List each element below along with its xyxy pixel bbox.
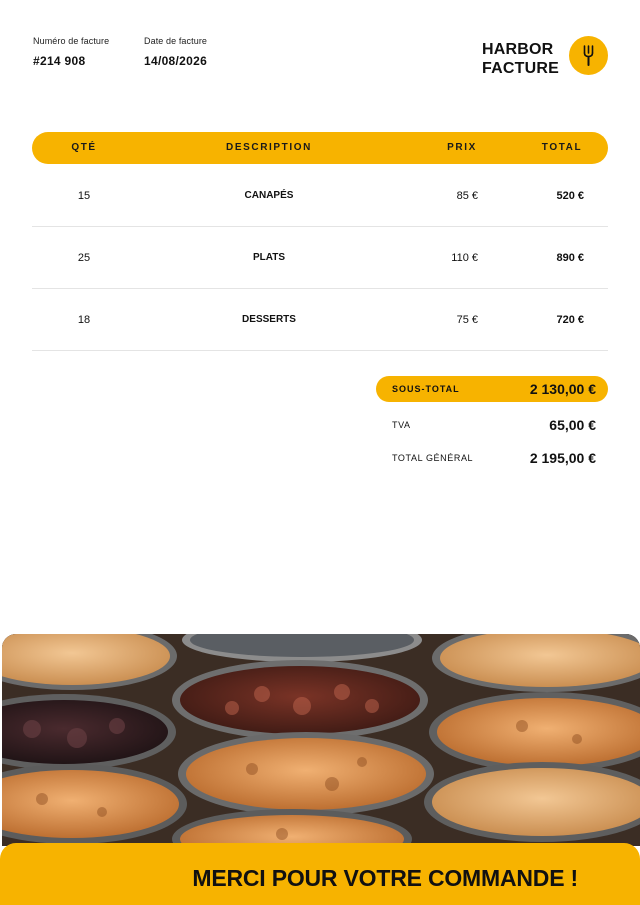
- brand-line-2: FACTURE: [482, 60, 559, 77]
- invoice-date-label: Date de facture: [144, 36, 208, 46]
- column-header-description: DESCRIPTION: [226, 142, 312, 153]
- grand-total-label: TOTAL GÉNÉRAL: [392, 453, 474, 463]
- food-bowls-photo: [2, 634, 640, 846]
- row-description: PLATS: [252, 252, 286, 263]
- row-qty: 25: [77, 252, 91, 264]
- row-description: DESSERTS: [242, 314, 296, 325]
- footer-banner: MERCI POUR VOTRE COMMANDE !: [0, 843, 640, 905]
- tax-line: TVA 65,00 €: [376, 412, 608, 438]
- row-price: 75 €: [456, 314, 478, 326]
- row-price: 110 €: [451, 252, 478, 264]
- thank-you-message: MERCI POUR VOTRE COMMANDE !: [192, 865, 578, 891]
- brand-line-1: HARBOR: [482, 41, 554, 58]
- tax-value: 65,00 €: [549, 417, 596, 433]
- row-qty: 18: [77, 314, 91, 326]
- table-row: 18 DESSERTS 75 € 720 €: [32, 289, 608, 351]
- fork-icon: [583, 45, 594, 66]
- column-header-total: TOTAL: [541, 142, 583, 153]
- invoice-header: Numéro de facture #214 908 Date de factu…: [0, 0, 640, 100]
- table-header: QTÉ DESCRIPTION PRIX TOTAL: [32, 132, 608, 164]
- row-price: 85 €: [456, 190, 478, 202]
- column-header-price: PRIX: [447, 142, 477, 153]
- column-header-qty: QTÉ: [71, 142, 97, 153]
- row-total: 890 €: [556, 252, 584, 264]
- snack-bowls-illustration: [2, 634, 640, 846]
- subtotal-value: 2 130,00 €: [529, 381, 596, 397]
- grand-total-line: TOTAL GÉNÉRAL 2 195,00 €: [376, 445, 608, 471]
- brand-name: HARBOR FACTURE: [482, 40, 559, 78]
- grand-total-value: 2 195,00 €: [529, 450, 596, 466]
- invoice-number: #214 908: [33, 54, 86, 68]
- row-qty: 15: [77, 190, 91, 202]
- subtotal-label: SOUS-TOTAL: [392, 384, 460, 394]
- table-row: 15 CANAPÉS 85 € 520 €: [32, 165, 608, 227]
- invoice-number-block: Numéro de facture #214 908: [33, 36, 109, 68]
- row-description: CANAPÉS: [244, 190, 294, 201]
- brand-logo: [569, 36, 608, 75]
- row-total: 520 €: [556, 190, 584, 202]
- tax-label: TVA: [392, 420, 411, 430]
- subtotal-line: SOUS-TOTAL 2 130,00 €: [376, 376, 608, 402]
- invoice-date-block: Date de facture 14/08/2026: [144, 36, 207, 68]
- invoice-date: 14/08/2026: [144, 54, 208, 68]
- invoice-number-label: Numéro de facture: [33, 36, 110, 46]
- row-total: 720 €: [556, 314, 584, 326]
- table-row: 25 PLATS 110 € 890 €: [32, 227, 608, 289]
